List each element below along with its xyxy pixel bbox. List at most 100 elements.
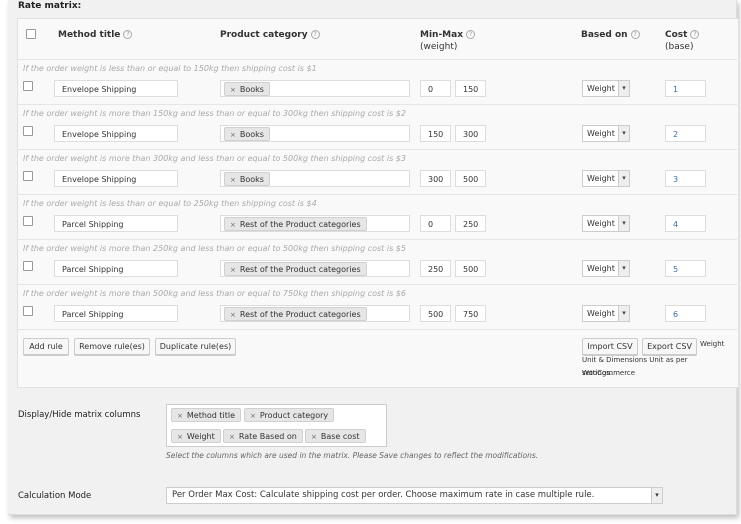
display-hide-label: Display/Hide matrix columns	[18, 410, 141, 420]
based-on-select[interactable]: Weight ▾	[582, 80, 630, 97]
max-weight-input[interactable]: 750	[455, 305, 486, 322]
rule-checkbox[interactable]	[23, 171, 33, 181]
chevron-down-icon: ▾	[618, 216, 629, 231]
product-category-select[interactable]: × Rest of the Product categories	[220, 305, 410, 322]
rule-checkbox[interactable]	[23, 216, 33, 226]
rule-description: If the order weight is less than or equa…	[23, 64, 317, 73]
matrix-columns-select[interactable]: × Method title × Product category × Weight …	[166, 404, 387, 447]
max-weight-input[interactable]: 250	[455, 215, 486, 232]
product-category-select[interactable]: × Rest of the Product categories	[220, 215, 410, 232]
based-on-select[interactable]: Weight ▾	[582, 215, 630, 232]
help-icon[interactable]: ?	[630, 30, 640, 39]
cost-input[interactable]: 4	[665, 215, 706, 232]
rule-description: If the order weight is more than 250kg a…	[23, 244, 406, 253]
chevron-down-icon: ▾	[651, 488, 662, 503]
column-tag-base-cost: × Base cost	[305, 429, 366, 443]
divider	[17, 239, 737, 240]
rule-description: If the order weight is more than 500kg a…	[23, 289, 406, 298]
min-weight-input[interactable]: 0	[420, 215, 451, 232]
chevron-down-icon: ▾	[618, 126, 629, 141]
tag-remove-icon[interactable]: ×	[177, 412, 183, 420]
units-note-weight: Weight	[700, 340, 725, 348]
method-title-input[interactable]: Envelope Shipping	[54, 170, 178, 187]
column-tag-product-category: × Product category	[244, 408, 335, 422]
rule-checkbox[interactable]	[23, 126, 33, 136]
category-tag: × Books	[224, 172, 270, 186]
header-min-max: Min-Max? (weight)	[420, 29, 476, 53]
tag-remove-icon[interactable]: ×	[250, 412, 256, 420]
category-tag: × Books	[224, 82, 270, 96]
calculation-mode-select[interactable]: Per Order Max Cost: Calculate shipping c…	[166, 487, 663, 504]
category-tag: × Books	[224, 127, 270, 141]
chevron-down-icon: ▾	[618, 81, 629, 96]
cost-input[interactable]: 6	[665, 305, 706, 322]
rule-checkbox[interactable]	[23, 81, 33, 91]
based-on-select[interactable]: Weight ▾	[582, 170, 630, 187]
chevron-down-icon: ▾	[618, 261, 629, 276]
divider	[17, 59, 737, 60]
tag-remove-icon[interactable]: ×	[230, 176, 236, 184]
product-category-select[interactable]: × Rest of the Product categories	[220, 260, 410, 277]
based-on-select[interactable]: Weight ▾	[582, 125, 630, 142]
tag-remove-icon[interactable]: ×	[230, 221, 236, 229]
method-title-input[interactable]: Envelope Shipping	[54, 125, 178, 142]
divider	[17, 194, 737, 195]
rule-checkbox[interactable]	[23, 261, 33, 271]
method-title-input[interactable]: Parcel Shipping	[54, 260, 178, 277]
help-icon[interactable]: ?	[466, 30, 476, 39]
tag-remove-icon[interactable]: ×	[230, 86, 236, 94]
chevron-down-icon: ▾	[618, 171, 629, 186]
column-tag-method-title: × Method title	[171, 408, 242, 422]
min-weight-input[interactable]: 500	[420, 305, 451, 322]
min-weight-input[interactable]: 250	[420, 260, 451, 277]
cost-input[interactable]: 3	[665, 170, 706, 187]
help-icon[interactable]: ?	[123, 30, 133, 39]
export-csv-button[interactable]: Export CSV	[642, 338, 697, 355]
add-rule-button[interactable]: Add rule	[23, 338, 69, 355]
column-tag-rate-based-on: × Rate Based on	[223, 429, 303, 443]
import-csv-button[interactable]: Import CSV	[582, 338, 638, 355]
tag-remove-icon[interactable]: ×	[311, 433, 317, 441]
remove-rules-button[interactable]: Remove rule(es)	[74, 338, 150, 355]
min-weight-input[interactable]: 300	[420, 170, 451, 187]
units-note-line: settings.	[582, 369, 613, 377]
cost-input[interactable]: 2	[665, 125, 706, 142]
based-on-select[interactable]: Weight ▾	[582, 260, 630, 277]
divider	[17, 284, 737, 285]
category-tag: × Rest of the Product categories	[224, 262, 367, 276]
rule-checkbox[interactable]	[23, 306, 33, 316]
method-title-input[interactable]: Envelope Shipping	[54, 80, 178, 97]
method-title-input[interactable]: Parcel Shipping	[54, 215, 178, 232]
header-based-on: Based on?	[581, 29, 640, 41]
product-category-select[interactable]: × Books	[220, 80, 410, 97]
help-icon[interactable]: ?	[310, 30, 320, 39]
tag-remove-icon[interactable]: ×	[230, 131, 236, 139]
category-tag: × Rest of the Product categories	[224, 217, 367, 231]
help-icon[interactable]: ?	[690, 30, 700, 39]
method-title-input[interactable]: Parcel Shipping	[54, 305, 178, 322]
tag-remove-icon[interactable]: ×	[230, 311, 236, 319]
divider	[17, 104, 737, 105]
tag-remove-icon[interactable]: ×	[177, 433, 183, 441]
select-all-checkbox[interactable]	[26, 29, 36, 39]
rule-description: If the order weight is less than or equa…	[23, 199, 317, 208]
header-method-title: Method title?	[58, 29, 133, 41]
divider	[17, 149, 737, 150]
min-weight-input[interactable]: 0	[420, 80, 451, 97]
max-weight-input[interactable]: 150	[455, 80, 486, 97]
max-weight-input[interactable]: 500	[455, 260, 486, 277]
header-product-category: Product category?	[220, 29, 320, 41]
cost-input[interactable]: 1	[665, 80, 706, 97]
based-on-select[interactable]: Weight ▾	[582, 305, 630, 322]
product-category-select[interactable]: × Books	[220, 125, 410, 142]
duplicate-rules-button[interactable]: Duplicate rule(es)	[155, 338, 236, 355]
cost-input[interactable]: 5	[665, 260, 706, 277]
tag-remove-icon[interactable]: ×	[229, 433, 235, 441]
max-weight-input[interactable]: 500	[455, 170, 486, 187]
max-weight-input[interactable]: 300	[455, 125, 486, 142]
product-category-select[interactable]: × Books	[220, 170, 410, 187]
rate-matrix-title: Rate matrix:	[18, 1, 82, 11]
tag-remove-icon[interactable]: ×	[230, 266, 236, 274]
min-weight-input[interactable]: 150	[420, 125, 451, 142]
chevron-down-icon: ▾	[618, 306, 629, 321]
